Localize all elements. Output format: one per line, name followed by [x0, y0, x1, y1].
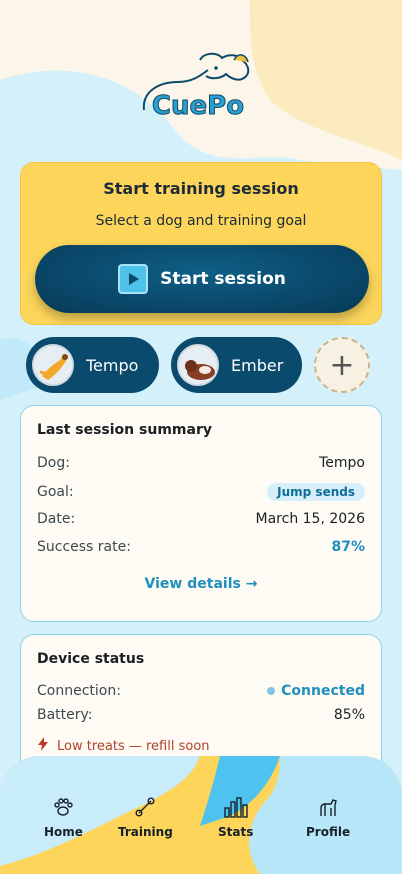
start-session-label: Start session [160, 269, 286, 289]
device-row-connection: Connection: Connected [37, 683, 365, 699]
summary-row-goal: Goal: Jump sends [37, 483, 365, 501]
ember-avatar [177, 344, 219, 386]
dog-name: Tempo [86, 355, 139, 375]
start-card-subtitle: Select a dog and training goal [95, 213, 307, 229]
logo-wordmark: CuePo [152, 91, 244, 121]
tempo-avatar [32, 344, 74, 386]
nav-training[interactable]: Training [118, 796, 173, 839]
nav-home[interactable]: Home [44, 796, 83, 839]
add-dog-button[interactable]: + [314, 337, 370, 393]
nav-profile[interactable]: Profile [306, 796, 350, 839]
dog-profile-icon [317, 796, 339, 821]
start-session-button[interactable]: Start session [35, 245, 369, 313]
dog-chip-tempo[interactable]: Tempo [26, 337, 159, 393]
view-details-link[interactable]: View details → [21, 576, 381, 592]
start-card-title: Start training session [103, 179, 299, 198]
bottom-navigation: Home Training Stats Profile [0, 756, 402, 874]
dog-selector: Tempo Ember [26, 337, 302, 393]
play-icon [118, 264, 149, 294]
summary-row-success-rate: Success rate: 87% [37, 539, 365, 555]
goal-badge: Jump sends [267, 483, 365, 501]
status-dot-icon [267, 687, 276, 695]
connection-status: Connected [267, 683, 365, 699]
last-session-summary-card: Last session summary Dog: Tempo Goal: Ju… [20, 405, 382, 622]
paw-icon [52, 796, 74, 821]
device-title: Device status [37, 651, 145, 667]
summary-title: Last session summary [37, 422, 212, 438]
lightning-icon [37, 737, 49, 755]
cuepo-logo: CuePo [138, 48, 258, 128]
summary-row-dog: Dog: Tempo [37, 455, 365, 471]
bone-icon [134, 796, 156, 821]
nav-stats[interactable]: Stats [218, 796, 253, 839]
start-session-card: Start training session Select a dog and … [20, 162, 382, 325]
dog-name: Ember [231, 355, 284, 375]
low-treats-warning: Low treats — refill soon [37, 737, 210, 755]
summary-row-date: Date: March 15, 2026 [37, 511, 365, 527]
dog-chip-ember[interactable]: Ember [171, 337, 302, 393]
device-row-battery: Battery: 85% [37, 707, 365, 723]
bar-chart-icon [223, 796, 249, 821]
